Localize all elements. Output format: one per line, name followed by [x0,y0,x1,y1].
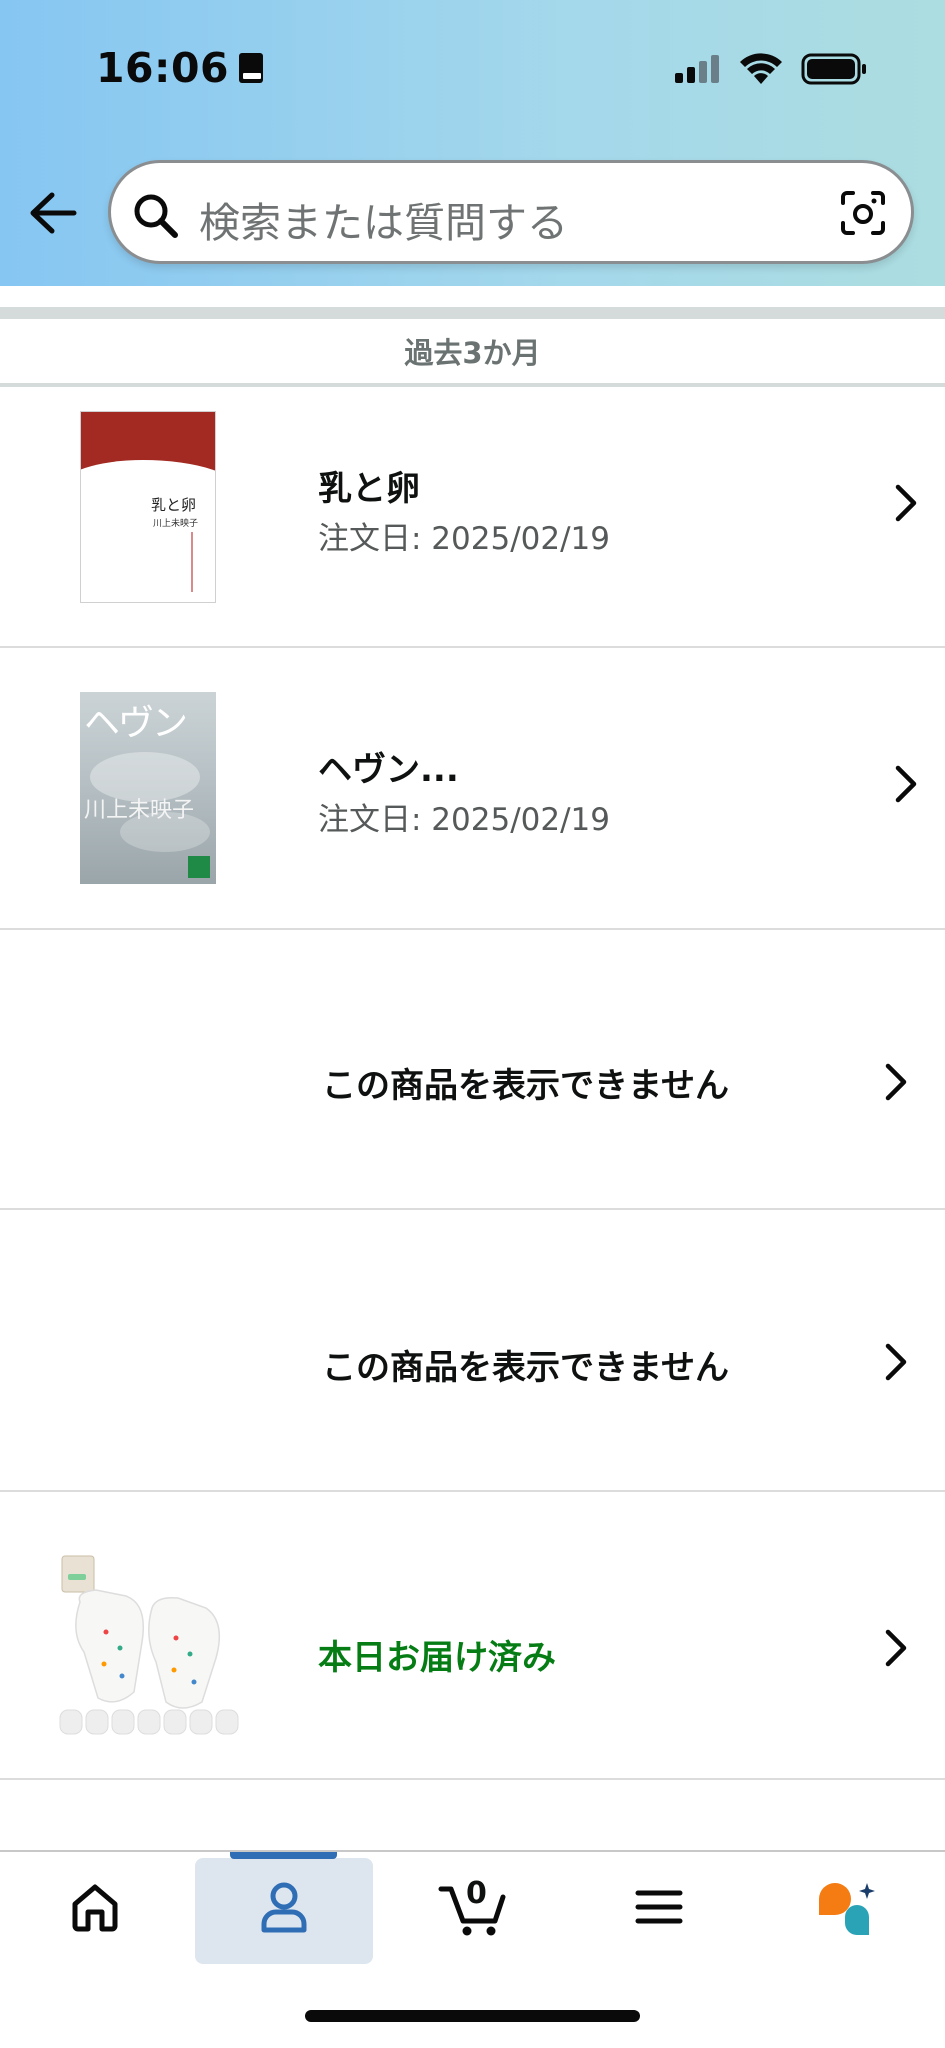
status-bar-time: 16:06 [96,44,265,92]
home-indicator [305,2010,640,2022]
cart-count: 0 [466,1876,487,1911]
arrow-left-icon [30,192,77,234]
delivery-status: 本日お届け済み [318,1638,556,1678]
order-date: 注文日: 2025/02/19 [318,802,610,838]
battery-icon [801,53,866,85]
chevron-right-icon [883,1628,909,1672]
search-bar[interactable]: 検索または質問する [108,160,914,264]
rufus-icon [819,1883,875,1935]
back-button[interactable] [28,190,78,236]
order-title: この商品を表示できません [322,1348,729,1388]
section-divider [0,307,945,319]
chevron-right-icon [883,1062,909,1106]
order-title: 乳と卵 [318,469,420,509]
orders-page: 16:06 検索または質問する 過去3か月 乳と卵 川上未映子 乳と卵 注文日:… [0,0,945,2048]
order-title: この商品を表示できません [322,1066,729,1106]
search-placeholder: 検索または質問する [199,199,568,247]
section-label: 過去3か月 [404,336,541,370]
chevron-right-icon [893,764,919,808]
product-image: 乳と卵 川上未映子 [80,411,216,603]
cover-author: 川上未映子 [84,798,195,823]
home-icon [72,1884,118,1932]
nav-home[interactable] [40,1852,150,1962]
signal-icon [675,55,719,83]
order-row[interactable]: ヘヴン 川上未映子 ヘヴン... 注文日: 2025/02/19 [0,648,945,930]
nav-account[interactable] [229,1852,339,1962]
wifi-icon [740,53,782,84]
account-icon [261,1882,307,1933]
clock: 16:06 [96,44,230,92]
cover-title: ヘヴン [84,703,188,744]
product-image: ヘヴン 川上未映子 [80,692,216,884]
order-date: 注文日: 2025/02/19 [318,521,610,557]
nav-menu[interactable] [604,1852,714,1962]
search-icon [131,191,181,245]
menu-icon [635,1890,683,1924]
chevron-right-icon [893,483,919,527]
order-row[interactable]: 本日お届け済み [0,1492,945,1780]
book-icon [237,51,265,85]
cover-title: 乳と卵 [151,496,197,514]
header: 16:06 検索または質問する [0,0,945,286]
order-row[interactable]: この商品を表示できません [0,930,945,1210]
chevron-right-icon [883,1342,909,1386]
order-row[interactable]: 乳と卵 川上未映子 乳と卵 注文日: 2025/02/19 [0,387,945,648]
camera-icon[interactable] [839,189,887,241]
nav-rufus[interactable] [792,1852,902,1962]
status-bar-icons [673,52,867,86]
cover-author: 川上未映子 [153,519,199,529]
order-row[interactable]: この商品を表示できません [0,1210,945,1492]
order-title: ヘヴン... [318,750,459,790]
product-image [56,1552,246,1738]
